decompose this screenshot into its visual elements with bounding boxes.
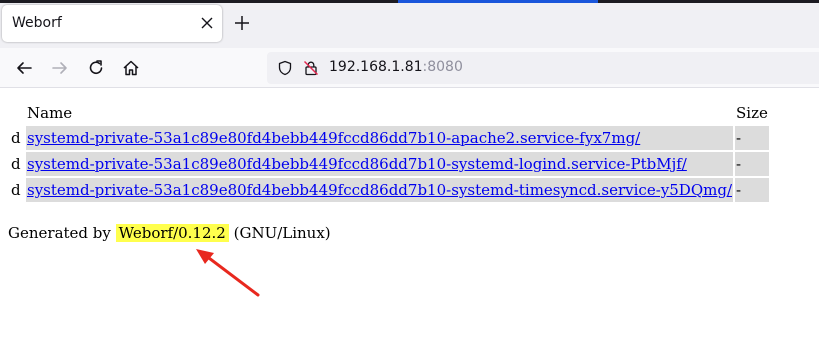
name-cell: systemd-private-53a1c89e80fd4bebb449fccd… xyxy=(26,126,733,150)
name-cell: systemd-private-53a1c89e80fd4bebb449fccd… xyxy=(26,152,733,176)
table-row: d systemd-private-53a1c89e80fd4bebb449fc… xyxy=(10,126,769,150)
directory-link[interactable]: systemd-private-53a1c89e80fd4bebb449fccd… xyxy=(27,155,687,173)
table-row: d systemd-private-53a1c89e80fd4bebb449fc… xyxy=(10,178,769,202)
tab-weborf[interactable]: Weborf xyxy=(2,5,222,42)
forward-arrow-icon[interactable] xyxy=(50,58,70,78)
table-row: d systemd-private-53a1c89e80fd4bebb449fc… xyxy=(10,152,769,176)
insecure-lock-icon[interactable] xyxy=(303,60,319,76)
server-version-highlight: Weborf/0.12.2 xyxy=(115,224,229,242)
size-cell: - xyxy=(735,126,769,150)
signature-prefix: Generated by xyxy=(8,224,116,242)
size-cell: - xyxy=(735,152,769,176)
directory-link[interactable]: systemd-private-53a1c89e80fd4bebb449fccd… xyxy=(27,129,640,147)
url-bar[interactable]: 192.168.1.81:8080 xyxy=(267,52,819,84)
size-header: Size xyxy=(736,104,768,122)
tab-title: Weborf xyxy=(12,15,62,31)
signature-suffix: (GNU/Linux) xyxy=(228,224,331,242)
tab-indicator xyxy=(398,0,598,3)
name-header: Name xyxy=(27,104,73,122)
type-cell: d xyxy=(11,129,21,147)
url-host: 192.168.1.81 xyxy=(329,59,423,75)
directory-link[interactable]: systemd-private-53a1c89e80fd4bebb449fccd… xyxy=(27,181,732,199)
shield-icon[interactable] xyxy=(277,60,293,76)
back-arrow-icon[interactable] xyxy=(14,58,34,78)
directory-listing: Name Size d systemd-private-53a1c89e80fd… xyxy=(8,100,771,204)
tab-strip: Weborf xyxy=(0,0,819,48)
type-cell: d xyxy=(11,181,21,199)
size-cell: - xyxy=(735,178,769,202)
name-cell: systemd-private-53a1c89e80fd4bebb449fccd… xyxy=(26,178,733,202)
type-header xyxy=(10,102,24,124)
home-icon[interactable] xyxy=(121,58,141,78)
table-header: Name Size xyxy=(10,102,769,124)
url-port: :8080 xyxy=(422,59,463,75)
close-icon[interactable] xyxy=(198,14,216,32)
reload-icon[interactable] xyxy=(86,58,106,78)
type-cell: d xyxy=(11,155,21,173)
plus-icon[interactable] xyxy=(233,14,251,32)
url-text[interactable]: 192.168.1.81:8080 xyxy=(329,59,463,75)
navigation-bar: 192.168.1.81:8080 xyxy=(0,48,819,88)
server-signature: Generated by Weborf/0.12.2 (GNU/Linux) xyxy=(8,224,331,242)
